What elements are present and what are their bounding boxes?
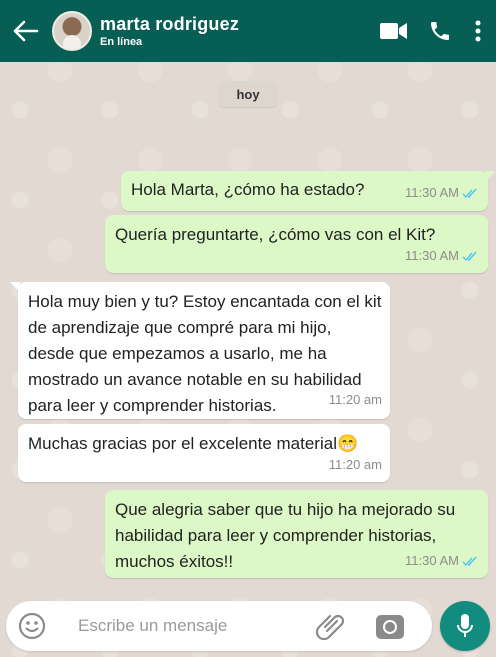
message-text: Hola Marta, ¿cómo ha estado?	[131, 180, 365, 199]
video-call-button[interactable]	[376, 11, 412, 51]
contact-info[interactable]: marta rodriguez En línea	[100, 14, 239, 48]
voice-call-button[interactable]	[422, 11, 458, 51]
contact-status: En línea	[100, 36, 143, 48]
microphone-icon	[457, 614, 473, 637]
message-text: Quería preguntarte, ¿cómo vas con el Kit…	[115, 225, 436, 244]
incoming-message[interactable]: Hola muy bien y tu? Estoy encantada con …	[10, 282, 390, 419]
grinning-emoji-icon: 😁	[336, 434, 359, 453]
camera-icon	[376, 615, 404, 639]
video-call-icon	[380, 23, 407, 39]
incoming-message[interactable]: Muchas gracias por el excelente material…	[18, 424, 390, 482]
outgoing-message[interactable]: Que alegria saber que tu hijo ha mejorad…	[105, 490, 488, 578]
header-actions	[366, 0, 488, 62]
message-time: 11:30 AM	[405, 548, 478, 574]
back-button[interactable]	[6, 11, 46, 51]
message-timestamp: 11:20 am	[328, 392, 382, 407]
message-timestamp: 11:30 AM	[405, 185, 459, 200]
message-time: 11:20 am	[329, 387, 382, 413]
read-receipt-icon	[462, 556, 478, 567]
emoji-button[interactable]	[12, 606, 52, 646]
read-receipt-icon	[462, 188, 478, 199]
more-options-icon	[475, 20, 481, 42]
message-timestamp: 11:30 AM	[405, 553, 459, 568]
camera-button[interactable]	[370, 606, 410, 646]
emoji-icon	[18, 612, 46, 640]
message-timestamp: 11:20 am	[328, 457, 382, 472]
read-receipt-icon	[462, 251, 478, 262]
date-separator: hoy	[218, 81, 278, 107]
message-composer	[6, 601, 432, 651]
more-options-button[interactable]	[468, 11, 488, 51]
outgoing-message[interactable]: Quería preguntarte, ¿cómo vas con el Kit…	[105, 215, 488, 273]
contact-name: marta rodriguez	[100, 14, 240, 34]
message-text: Muchas gracias por el excelente material	[28, 434, 337, 453]
attach-icon	[316, 614, 345, 641]
phone-icon	[431, 22, 449, 40]
chat-header: marta rodriguez En línea	[0, 0, 496, 62]
message-input[interactable]	[78, 616, 308, 636]
contact-avatar[interactable]	[52, 11, 92, 51]
message-time: 11:30 AM	[405, 243, 478, 269]
back-arrow-icon	[13, 20, 39, 42]
attach-button[interactable]	[312, 606, 352, 646]
message-timestamp: 11:30 AM	[405, 248, 459, 263]
message-time: 11:30 AM	[405, 180, 478, 206]
message-time: 11:20 am	[329, 452, 382, 478]
voice-message-button[interactable]	[440, 601, 490, 651]
outgoing-message[interactable]: Hola Marta, ¿cómo ha estado? 11:30 AM	[121, 171, 496, 211]
